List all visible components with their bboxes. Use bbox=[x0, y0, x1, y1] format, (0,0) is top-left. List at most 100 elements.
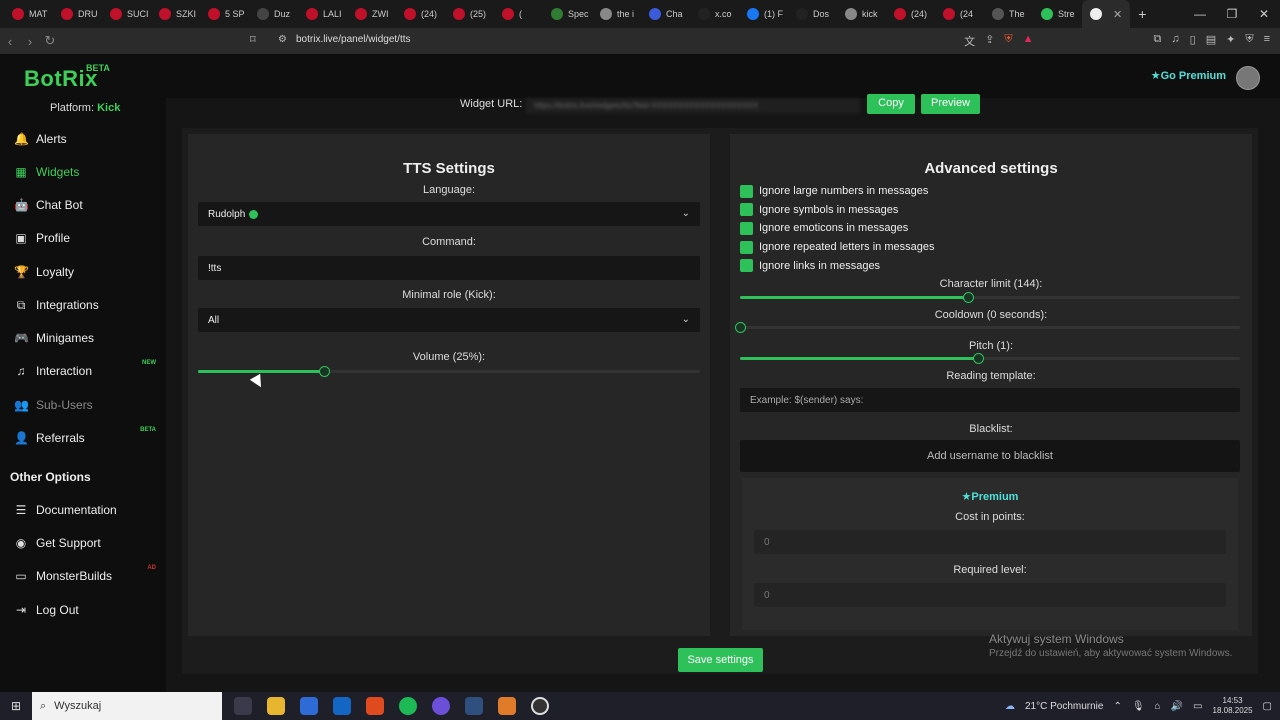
browser-tab-active[interactable]: ✕ bbox=[1082, 0, 1131, 28]
browser-tab[interactable]: Duz bbox=[249, 0, 298, 28]
windows-start-icon[interactable]: ⊞ bbox=[0, 699, 32, 713]
leo-icon[interactable]: ✦ bbox=[1226, 33, 1235, 49]
add-to-blacklist-button[interactable]: Add username to blacklist bbox=[740, 440, 1240, 472]
widget-url-field[interactable]: https://botrix.live/widgets/tts?bid=XXXX… bbox=[526, 98, 860, 114]
sidebar-item-alerts[interactable]: 🔔 Alerts bbox=[0, 128, 166, 150]
volume-icon[interactable]: 🔊 bbox=[1171, 701, 1183, 712]
wallet-icon[interactable]: ▤ bbox=[1206, 33, 1216, 49]
sidebar-item-loyalty[interactable]: 🏆 Loyalty bbox=[0, 261, 166, 283]
site-info-icon[interactable]: ⚙ bbox=[278, 34, 287, 45]
spotify-icon[interactable] bbox=[399, 697, 417, 715]
checkbox-checked-icon[interactable] bbox=[740, 203, 753, 217]
browser-tab[interactable]: the i bbox=[592, 0, 641, 28]
browser-tab[interactable]: x.co bbox=[690, 0, 739, 28]
cooldown-slider[interactable] bbox=[735, 322, 1240, 333]
taskbar-search-input[interactable]: ⌕ Wyszukaj bbox=[32, 692, 222, 720]
browser-tab[interactable]: SUCI bbox=[102, 0, 151, 28]
save-settings-button[interactable]: Save settings bbox=[678, 648, 763, 672]
sidebar-item-chat-bot[interactable]: 🤖 Chat Bot bbox=[0, 194, 166, 216]
sidebar-toggle-icon[interactable]: ▯ bbox=[1190, 33, 1196, 49]
game-app-icon[interactable] bbox=[498, 697, 516, 715]
brave-rewards-icon[interactable]: ▲ bbox=[1023, 33, 1034, 49]
vpn-app-icon[interactable] bbox=[465, 697, 483, 715]
microphone-icon[interactable]: 🎙 bbox=[1132, 701, 1145, 712]
ignore-option-checkbox[interactable]: Ignore large numbers in messages bbox=[740, 184, 928, 198]
notifications-icon[interactable]: ▢ bbox=[1263, 701, 1272, 712]
forward-icon[interactable]: › bbox=[20, 34, 40, 49]
obs-icon[interactable] bbox=[531, 697, 549, 715]
browser-tab[interactable]: Spec bbox=[543, 0, 592, 28]
browser-tab[interactable]: (24 bbox=[935, 0, 984, 28]
avatar[interactable] bbox=[1236, 66, 1260, 90]
browser-tab[interactable]: ZWI bbox=[347, 0, 396, 28]
checkbox-checked-icon[interactable] bbox=[740, 184, 753, 198]
back-icon[interactable]: ‹ bbox=[0, 34, 20, 49]
cooldown-handle[interactable] bbox=[735, 322, 746, 333]
sidebar-item-interaction[interactable]: ♫ Interaction NEW bbox=[0, 360, 166, 382]
checkbox-checked-icon[interactable] bbox=[740, 221, 753, 235]
close-icon[interactable]: ✕ bbox=[1248, 0, 1280, 28]
sidebar-item-referrals[interactable]: 👤 Referrals BETA bbox=[0, 427, 166, 449]
reading-template-input[interactable]: Example: $(sender) says: bbox=[740, 388, 1240, 412]
extensions-icon[interactable]: ⧉ bbox=[1154, 33, 1162, 49]
task-view-icon[interactable] bbox=[234, 697, 252, 715]
sidebar-item-integrations[interactable]: ⧉ Integrations bbox=[0, 294, 166, 316]
sidebar-item-sub-users[interactable]: 👥 Sub-Users bbox=[0, 394, 166, 416]
cost-in-points-input[interactable]: 0 bbox=[754, 530, 1226, 554]
required-level-input[interactable]: 0 bbox=[754, 583, 1226, 607]
browser-tab[interactable]: DRU bbox=[53, 0, 102, 28]
checkbox-checked-icon[interactable] bbox=[740, 259, 753, 273]
sidebar-item-log-out[interactable]: ⇥ Log Out bbox=[0, 599, 166, 621]
discord-icon[interactable] bbox=[432, 697, 450, 715]
battery-icon[interactable]: ▭ bbox=[1193, 701, 1202, 712]
browser-tab[interactable]: Cha bbox=[641, 0, 690, 28]
restore-icon[interactable]: ❐ bbox=[1216, 0, 1248, 28]
copy-button[interactable]: Copy bbox=[867, 94, 915, 114]
go-premium-link[interactable]: ★Go Premium bbox=[1151, 69, 1226, 82]
browser-tab[interactable]: SZKI bbox=[151, 0, 200, 28]
sidebar-item-widgets[interactable]: ▦ Widgets bbox=[0, 161, 166, 183]
pitch-slider[interactable] bbox=[740, 353, 1240, 364]
sidebar-item-documentation[interactable]: ☰ Documentation bbox=[0, 499, 166, 521]
browser-tab[interactable]: 5 SP bbox=[200, 0, 249, 28]
weather-text[interactable]: 21°C Pochmurnie bbox=[1025, 701, 1103, 712]
browser-tab[interactable]: (24) bbox=[886, 0, 935, 28]
volume-slider[interactable] bbox=[198, 366, 700, 377]
brave-icon[interactable] bbox=[366, 697, 384, 715]
language-select[interactable]: Rudolph ⌄ bbox=[198, 202, 700, 226]
bookmark-icon[interactable]: ⌑ bbox=[250, 33, 256, 46]
sidebar-item-minigames[interactable]: 🎮 Minigames bbox=[0, 327, 166, 349]
new-tab-button[interactable]: + bbox=[1130, 0, 1154, 28]
command-input[interactable]: !tts bbox=[198, 256, 700, 280]
ignore-option-checkbox[interactable]: Ignore symbols in messages bbox=[740, 203, 898, 217]
vpn-icon[interactable]: ⛨ bbox=[1245, 33, 1253, 49]
close-tab-icon[interactable]: ✕ bbox=[1113, 8, 1122, 21]
browser-tab[interactable]: Stre bbox=[1033, 0, 1082, 28]
ignore-option-checkbox[interactable]: Ignore repeated letters in messages bbox=[740, 240, 935, 254]
brave-shield-icon[interactable]: ⛨ bbox=[1004, 33, 1012, 49]
reload-icon[interactable]: ↻ bbox=[40, 33, 60, 49]
browser-tab[interactable]: The bbox=[984, 0, 1033, 28]
media-icon[interactable]: ♫ bbox=[1171, 33, 1179, 49]
browser-tab[interactable]: MAT bbox=[4, 0, 53, 28]
sidebar-item-profile[interactable]: ▣ Profile bbox=[0, 227, 166, 249]
ignore-option-checkbox[interactable]: Ignore emoticons in messages bbox=[740, 221, 908, 235]
pitch-handle[interactable] bbox=[972, 353, 984, 364]
checkbox-checked-icon[interactable] bbox=[740, 240, 753, 254]
character-limit-handle[interactable] bbox=[962, 292, 974, 303]
file-explorer-icon[interactable] bbox=[267, 697, 285, 715]
outlook-icon[interactable] bbox=[333, 697, 351, 715]
sidebar-item-monsterbuilds[interactable]: ▭ MonsterBuilds AD bbox=[0, 565, 166, 587]
browser-tab[interactable]: Dos bbox=[788, 0, 837, 28]
minimal-role-select[interactable]: All ⌄ bbox=[198, 308, 700, 332]
volume-slider-handle[interactable] bbox=[318, 366, 330, 377]
translate-icon[interactable]: 文 bbox=[964, 33, 975, 49]
share-icon[interactable]: ⇪ bbox=[985, 33, 994, 49]
browser-tab[interactable]: (25) bbox=[445, 0, 494, 28]
browser-tab[interactable]: (24) bbox=[396, 0, 445, 28]
browser-tab[interactable]: ( bbox=[494, 0, 543, 28]
browser-tab[interactable]: kick bbox=[837, 0, 886, 28]
chevron-up-icon[interactable]: ⌃ bbox=[1113, 701, 1121, 712]
preview-button[interactable]: Preview bbox=[921, 94, 980, 114]
store-icon[interactable] bbox=[300, 697, 318, 715]
